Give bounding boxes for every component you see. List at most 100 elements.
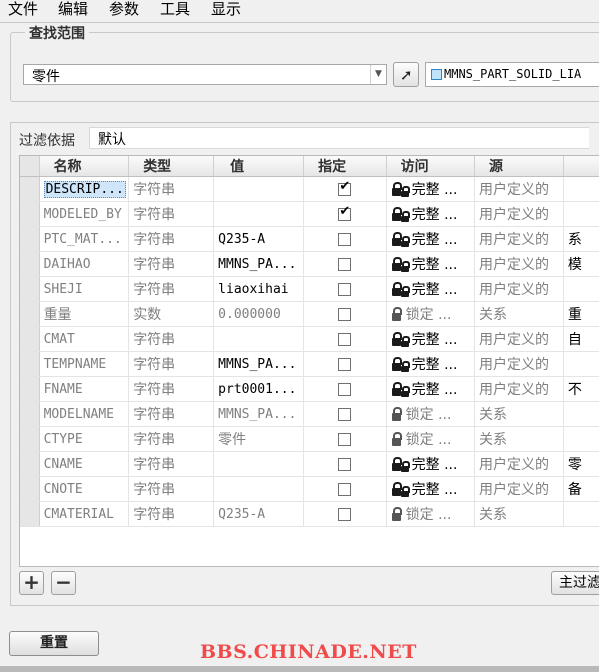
designated-checkbox[interactable] <box>338 382 352 396</box>
menu-parameters[interactable]: 参数 <box>109 0 139 18</box>
param-description-cell[interactable]: 自 <box>563 326 599 352</box>
param-name-cell[interactable]: CNOTE <box>39 476 130 502</box>
param-value-cell[interactable]: prt0001... <box>213 376 305 402</box>
param-type-cell[interactable]: 字符串 <box>128 476 215 502</box>
row-header[interactable] <box>20 226 40 252</box>
param-value-cell[interactable]: MMNS_PA... <box>213 401 305 427</box>
param-access-cell[interactable]: 完整 ... <box>386 226 476 252</box>
param-description-cell[interactable]: 模 <box>563 251 599 277</box>
param-source-cell[interactable]: 用户定义的 <box>474 451 564 477</box>
row-header[interactable] <box>20 351 40 377</box>
designated-checkbox[interactable] <box>338 407 352 421</box>
param-name-cell[interactable]: MODELNAME <box>39 401 130 427</box>
column-header-source[interactable]: 源 <box>474 156 564 177</box>
param-source-cell[interactable]: 用户定义的 <box>474 176 564 202</box>
param-value-cell[interactable] <box>213 326 305 352</box>
param-name-cell[interactable]: FNAME <box>39 376 130 402</box>
param-description-cell[interactable]: 备 <box>563 476 599 502</box>
param-access-cell[interactable]: 完整 ... <box>386 376 476 402</box>
column-header-type[interactable]: 类型 <box>128 156 215 177</box>
row-header[interactable] <box>20 426 40 452</box>
row-header[interactable] <box>20 476 40 502</box>
param-type-cell[interactable]: 字符串 <box>128 351 215 377</box>
param-type-cell[interactable]: 字符串 <box>128 451 215 477</box>
row-header[interactable] <box>20 376 40 402</box>
param-type-cell[interactable]: 字符串 <box>128 376 215 402</box>
table-row[interactable]: DAIHAO 字符串 MMNS_PA... 完整 ... 用户定义的模 <box>20 251 599 277</box>
column-header-name[interactable]: 名称 <box>39 156 130 177</box>
column-header-value[interactable]: 值 <box>213 156 305 177</box>
row-header[interactable] <box>20 501 40 527</box>
param-value-cell[interactable] <box>213 476 305 502</box>
param-name-cell[interactable]: MODELED_BY <box>39 201 130 227</box>
designated-checkbox[interactable] <box>338 482 352 496</box>
param-description-cell[interactable]: 系 <box>563 226 599 252</box>
param-access-cell[interactable]: 锁定 ... <box>386 501 476 527</box>
row-header[interactable] <box>20 326 40 352</box>
param-description-cell[interactable] <box>563 351 599 377</box>
table-row[interactable]: CNOTE 字符串 完整 ... 用户定义的备 <box>20 476 599 502</box>
designated-checkbox[interactable] <box>338 457 352 471</box>
param-name-cell[interactable]: 重量 <box>39 301 130 327</box>
param-access-cell[interactable]: 完整 ... <box>386 451 476 477</box>
table-row[interactable]: MODELED_BY字符串 完整 ... 用户定义的 <box>20 201 599 227</box>
param-description-cell[interactable] <box>563 426 599 452</box>
param-name-cell[interactable]: CMATERIAL <box>39 501 130 527</box>
menu-edit[interactable]: 编辑 <box>58 0 88 18</box>
table-row[interactable]: CMATERIAL 字符串 Q235-A 锁定 ... 关系 <box>20 501 599 527</box>
param-access-cell[interactable]: 锁定 ... <box>386 401 476 427</box>
main-filter-button[interactable]: 主过滤器 <box>551 571 599 595</box>
param-access-cell[interactable]: 完整 ... <box>386 351 476 377</box>
param-access-cell[interactable]: 完整 ... <box>386 326 476 352</box>
table-row[interactable]: FNAME 字符串 prt0001... 完整 ... 用户定义的不 <box>20 376 599 402</box>
row-header[interactable] <box>20 251 40 277</box>
row-header[interactable] <box>20 301 40 327</box>
menu-tools[interactable]: 工具 <box>160 0 190 18</box>
param-value-cell[interactable] <box>213 201 305 227</box>
param-type-cell[interactable]: 字符串 <box>128 226 215 252</box>
designated-checkbox[interactable] <box>338 307 352 321</box>
table-row[interactable]: CMAT 字符串 完整 ... 用户定义的自 <box>20 326 599 352</box>
model-name-field[interactable]: MMNS_PART_SOLID_LIA <box>425 62 599 87</box>
column-header-access[interactable]: 访问 <box>386 156 476 177</box>
filter-field[interactable]: 默认 <box>89 127 589 149</box>
param-description-cell[interactable]: 零 <box>563 451 599 477</box>
table-row[interactable]: DESCRIP...字符串 完整 ... 用户定义的 <box>20 176 599 202</box>
param-description-cell[interactable] <box>563 501 599 527</box>
designated-checkbox[interactable] <box>338 357 352 371</box>
designated-checkbox[interactable] <box>338 432 352 446</box>
column-header-description[interactable] <box>563 156 599 177</box>
designated-checkbox[interactable] <box>338 204 352 221</box>
menu-display[interactable]: 显示 <box>211 0 241 18</box>
scope-select[interactable]: 零件 ▼ <box>23 64 387 85</box>
param-name-cell[interactable]: CTYPE <box>39 426 130 452</box>
table-row[interactable]: CTYPE 字符串 零件 锁定 ... 关系 <box>20 426 599 452</box>
param-access-cell[interactable]: 完整 ... <box>386 276 476 302</box>
param-description-cell[interactable]: 不 <box>563 376 599 402</box>
param-source-cell[interactable]: 用户定义的 <box>474 251 564 277</box>
param-access-cell[interactable]: 完整 ... <box>386 201 476 227</box>
add-parameter-button[interactable]: + <box>19 571 44 595</box>
param-description-cell[interactable] <box>563 276 599 302</box>
designated-checkbox[interactable] <box>338 179 352 196</box>
menu-file[interactable]: 文件 <box>8 0 38 18</box>
param-value-cell[interactable] <box>213 451 305 477</box>
select-model-button[interactable]: ➚ <box>393 62 419 87</box>
row-header[interactable] <box>20 276 40 302</box>
designated-checkbox[interactable] <box>338 257 352 271</box>
param-value-cell[interactable]: Q235-A <box>213 226 305 252</box>
param-access-cell[interactable]: 锁定 ... <box>386 426 476 452</box>
param-source-cell[interactable]: 用户定义的 <box>474 351 564 377</box>
param-source-cell[interactable]: 用户定义的 <box>474 326 564 352</box>
param-description-cell[interactable] <box>563 176 599 202</box>
remove-parameter-button[interactable]: − <box>51 571 76 595</box>
row-header[interactable] <box>20 401 40 427</box>
table-row[interactable]: 重量 实数 0.000000 锁定 ... 关系重 <box>20 301 599 327</box>
designated-checkbox[interactable] <box>338 332 352 346</box>
reset-button[interactable]: 重置 <box>9 631 99 656</box>
table-row[interactable]: SHEJI 字符串 liaoxihai 完整 ... 用户定义的 <box>20 276 599 302</box>
param-name-cell[interactable]: PTC_MAT... <box>39 226 130 252</box>
param-name-cell[interactable]: CNAME <box>39 451 130 477</box>
param-value-cell[interactable]: 0.000000 <box>213 301 305 327</box>
param-source-cell[interactable]: 用户定义的 <box>474 276 564 302</box>
